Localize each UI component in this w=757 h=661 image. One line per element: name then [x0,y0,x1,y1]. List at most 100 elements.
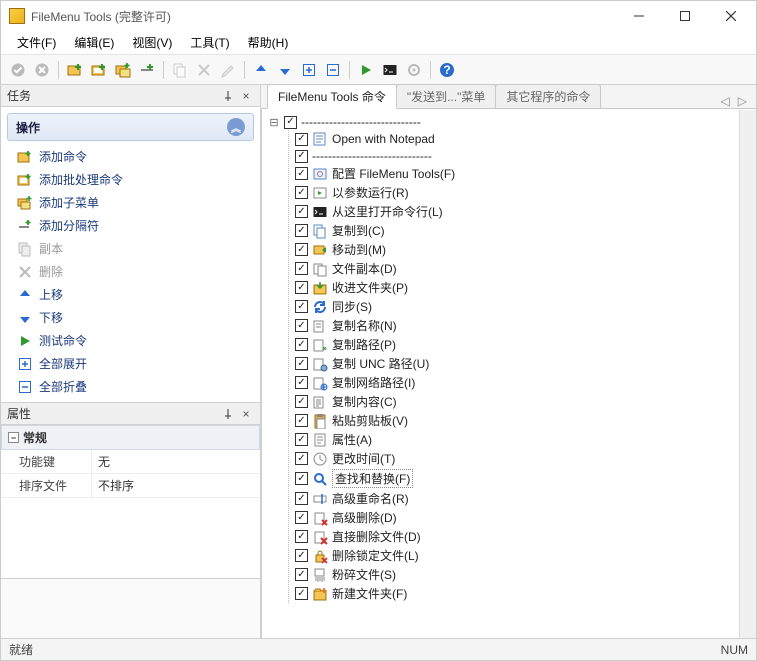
checkbox-icon[interactable]: ✓ [295,492,308,505]
task-move-up[interactable]: 上移 [15,283,252,306]
checkbox-icon[interactable]: ✓ [295,243,308,256]
tab-scroll-right-icon[interactable]: ▷ [735,94,750,108]
collapse-tb-icon[interactable] [322,59,344,81]
task-collapse-all[interactable]: 全部折叠 [15,375,252,398]
tree-item[interactable]: ✓高级删除(D) [295,508,752,527]
checkbox-icon[interactable]: ✓ [284,116,297,129]
tree-root-item[interactable]: ⊟✓------------------------------ [268,114,752,130]
property-value[interactable]: 无 [91,450,260,473]
checkbox-icon[interactable]: ✓ [295,376,308,389]
tree-item[interactable]: ✓以参数运行(R) [295,183,752,202]
property-row-funckey[interactable]: 功能键 无 [1,450,260,474]
tree-toggle-icon[interactable]: ⊟ [268,116,280,129]
add-submenu-icon[interactable] [112,59,134,81]
tree-item[interactable]: ✓更改时间(T) [295,449,752,468]
checkbox-icon[interactable]: ✓ [295,186,308,199]
property-row-sortfile[interactable]: 排序文件 不排序 [1,474,260,498]
tree-item[interactable]: ✓直接删除文件(D) [295,527,752,546]
checkbox-icon[interactable]: ✓ [295,549,308,562]
close-button[interactable] [708,1,754,31]
tree-item[interactable]: ✓粘贴剪贴板(V) [295,411,752,430]
move-down-tb-icon[interactable] [274,59,296,81]
menu-view[interactable]: 视图(V) [124,32,180,53]
checkbox-icon[interactable]: ✓ [295,338,308,351]
tree-item[interactable]: ✓收进文件夹(P) [295,278,752,297]
checkbox-icon[interactable]: ✓ [295,395,308,408]
tab-sendto[interactable]: "发送到..."菜单 [396,84,497,108]
tree-item[interactable]: ✓复制到(C) [295,221,752,240]
checkbox-icon[interactable]: ✓ [295,133,308,146]
delete-tb-icon[interactable] [193,59,215,81]
tree-item[interactable]: ✓新建文件夹(F) [295,584,752,603]
task-add-batch[interactable]: 添加批处理命令 [15,168,252,191]
tree-item[interactable]: ✓删除锁定文件(L) [295,546,752,565]
tree-item[interactable]: ✓从这里打开命令行(L) [295,202,752,221]
checkbox-icon[interactable]: ✓ [295,262,308,275]
checkbox-icon[interactable]: ✓ [295,433,308,446]
checkbox-icon[interactable]: ✓ [295,205,308,218]
checkbox-icon[interactable]: ✓ [295,568,308,581]
menu-edit[interactable]: 编辑(E) [66,32,122,53]
console-tb-icon[interactable] [379,59,401,81]
task-add-separator[interactable]: 添加分隔符 [15,214,252,237]
tree-item[interactable]: ✓移动到(M) [295,240,752,259]
checkbox-icon[interactable]: ✓ [295,587,308,600]
menu-file[interactable]: 文件(F) [9,32,64,53]
tree-item[interactable]: ✓复制内容(C) [295,392,752,411]
maximize-button[interactable] [662,1,708,31]
property-category-general[interactable]: −常规 [1,425,260,450]
tab-other[interactable]: 其它程序的命令 [495,84,601,108]
tree-item[interactable]: ✓粉碎文件(S) [295,565,752,584]
tab-scroll-left-icon[interactable]: ◁ [718,94,733,108]
checkbox-icon[interactable]: ✓ [295,414,308,427]
checkbox-icon[interactable]: ✓ [295,511,308,524]
tree-item[interactable]: ✓属性(A) [295,430,752,449]
checkbox-icon[interactable]: ✓ [295,452,308,465]
task-expand-all[interactable]: 全部展开 [15,352,252,375]
tree-item[interactable]: ✓复制路径(P) [295,335,752,354]
close-panel-icon[interactable]: × [238,88,254,104]
menu-help[interactable]: 帮助(H) [240,32,297,53]
apply-icon[interactable] [7,59,29,81]
vertical-scrollbar[interactable] [739,110,756,638]
checkbox-icon[interactable]: ✓ [295,357,308,370]
add-separator-icon[interactable] [136,59,158,81]
tree-item[interactable]: ✓同步(S) [295,297,752,316]
property-value[interactable]: 不排序 [91,474,260,497]
checkbox-icon[interactable]: ✓ [295,300,308,313]
tree-item[interactable]: ✓高级重命名(R) [295,489,752,508]
checkbox-icon[interactable]: ✓ [295,530,308,543]
task-add-submenu[interactable]: 添加子菜单 [15,191,252,214]
task-test[interactable]: 测试命令 [15,329,252,352]
close-panel-icon[interactable]: × [238,406,254,422]
run-tb-icon[interactable] [355,59,377,81]
checkbox-icon[interactable]: ✓ [295,167,308,180]
operations-group-header[interactable]: 操作 ︽ [7,113,254,141]
edit-tb-icon[interactable] [217,59,239,81]
tree-item[interactable]: ✓复制 UNC 路径(U) [295,354,752,373]
checkbox-icon[interactable]: ✓ [295,472,308,485]
expand-tb-icon[interactable] [298,59,320,81]
checkbox-icon[interactable]: ✓ [295,319,308,332]
checkbox-icon[interactable]: ✓ [295,150,308,163]
pin-icon[interactable] [220,406,236,422]
move-up-tb-icon[interactable] [250,59,272,81]
cancel-icon[interactable] [31,59,53,81]
minimize-button[interactable] [616,1,662,31]
help-tb-icon[interactable]: ? [436,59,458,81]
task-move-down[interactable]: 下移 [15,306,252,329]
checkbox-icon[interactable]: ✓ [295,224,308,237]
add-batch-icon[interactable] [88,59,110,81]
tab-commands[interactable]: FileMenu Tools 命令 [267,84,397,109]
pin-icon[interactable] [220,88,236,104]
tree-item[interactable]: ✓Open with Notepad [295,130,752,148]
tree-item[interactable]: ✓------------------------------ [295,148,752,164]
tree-item[interactable]: ✓复制网络路径(I) [295,373,752,392]
checkbox-icon[interactable]: ✓ [295,281,308,294]
tree-item[interactable]: ✓查找和替换(F) [295,468,752,489]
tree-item[interactable]: ✓配置 FileMenu Tools(F) [295,164,752,183]
tree-item[interactable]: ✓复制名称(N) [295,316,752,335]
menu-tools[interactable]: 工具(T) [182,32,237,53]
add-command-icon[interactable] [64,59,86,81]
command-tree[interactable]: ⊟ ✓------------------------------✓Open wi… [261,109,756,638]
